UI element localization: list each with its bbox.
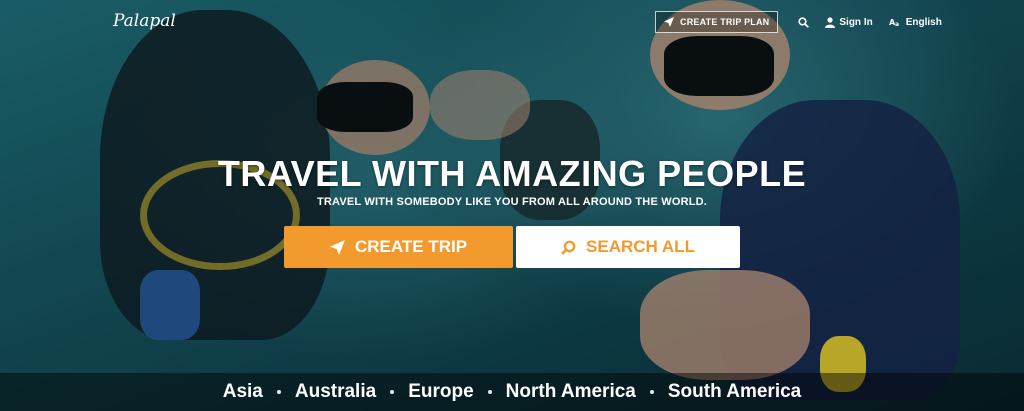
region-link-asia[interactable]: Asia — [223, 381, 263, 403]
hero-subheadline: TRAVEL WITH SOMEBODY LIKE YOU FROM ALL A… — [316, 196, 708, 208]
paper-plane-icon — [664, 17, 674, 27]
top-nav: CREATE TRIP PLAN Sign In Aa English — [655, 11, 942, 33]
paper-plane-icon — [329, 239, 345, 255]
search-all-label: SEARCH ALL — [586, 237, 695, 256]
language-label: English — [905, 16, 942, 28]
create-trip-plan-label: CREATE TRIP PLAN — [680, 17, 770, 27]
region-link-south-america[interactable]: South America — [668, 381, 801, 403]
separator-dot — [487, 390, 492, 394]
user-icon — [825, 16, 836, 28]
language-selector[interactable]: Aa English — [889, 17, 942, 28]
create-trip-plan-button[interactable]: CREATE TRIP PLAN — [655, 11, 779, 33]
site-logo[interactable]: Palapal — [113, 11, 176, 31]
hero-headline: TRAVEL WITH AMAZING PEOPLE — [217, 153, 807, 194]
separator-dot — [390, 390, 395, 394]
sign-in-link[interactable]: Sign In — [825, 16, 873, 28]
sign-in-label: Sign In — [839, 16, 873, 28]
svg-text:a: a — [895, 21, 899, 27]
region-link-north-america[interactable]: North America — [506, 381, 636, 403]
create-trip-button[interactable]: CREATE TRIP — [284, 226, 513, 268]
hero-banner: Palapal CREATE TRIP PLAN Sign In Aa Engl… — [0, 0, 1024, 411]
region-bar: Asia Australia Europe North America Sout… — [0, 373, 1024, 411]
translate-icon: Aa — [889, 17, 901, 27]
search-icon — [561, 240, 576, 255]
region-link-europe[interactable]: Europe — [408, 381, 473, 403]
create-trip-label: CREATE TRIP — [354, 237, 468, 256]
separator-dot — [276, 390, 281, 394]
region-link-australia[interactable]: Australia — [295, 381, 376, 403]
search-all-button[interactable]: SEARCH ALL — [516, 226, 740, 268]
separator-dot — [649, 390, 654, 394]
search-icon[interactable] — [798, 16, 810, 28]
